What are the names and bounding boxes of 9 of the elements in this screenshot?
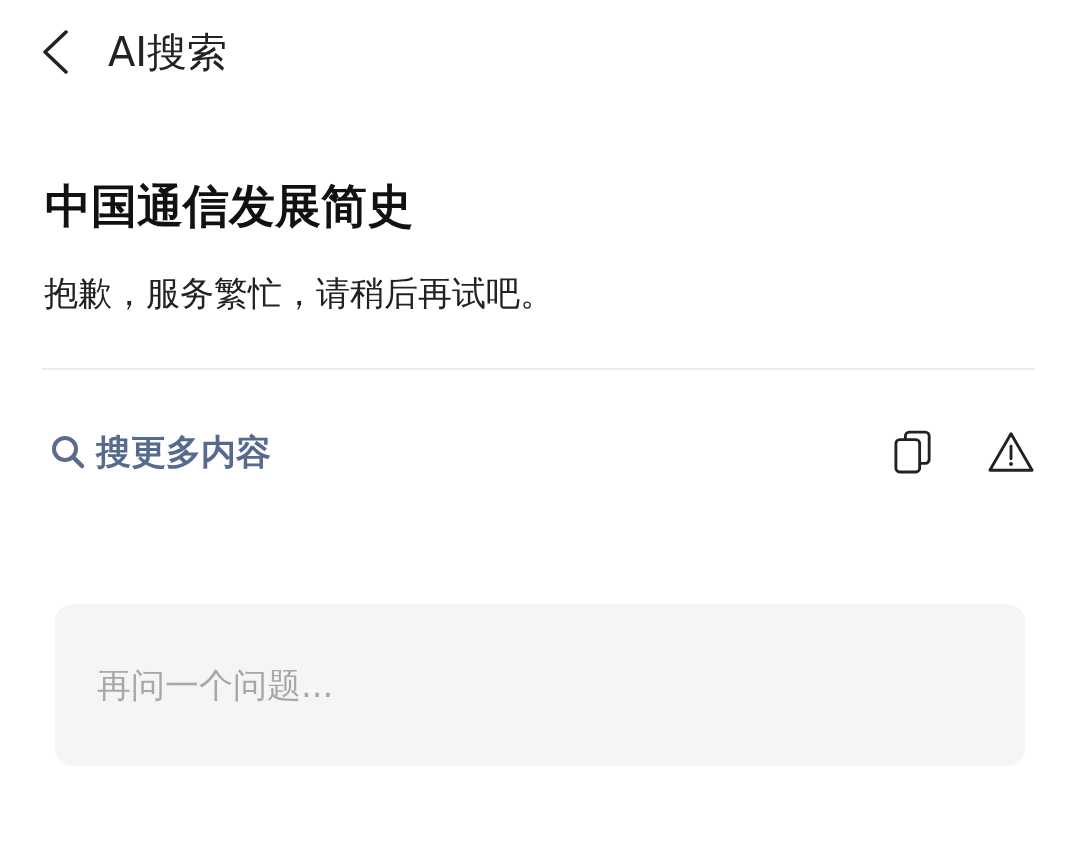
question-input[interactable]: 再问一个问题... <box>55 604 1025 766</box>
copy-icon[interactable] <box>894 429 932 475</box>
query-title: 中国通信发展简史 <box>45 178 414 235</box>
search-more-link[interactable]: 搜更多内容 <box>50 428 271 476</box>
back-icon[interactable] <box>42 30 68 74</box>
search-icon <box>50 434 86 470</box>
page-title: AI搜索 <box>108 27 228 77</box>
warning-icon[interactable] <box>987 430 1035 474</box>
answer-text: 抱歉，服务繁忙，请稍后再试吧。 <box>44 272 555 315</box>
